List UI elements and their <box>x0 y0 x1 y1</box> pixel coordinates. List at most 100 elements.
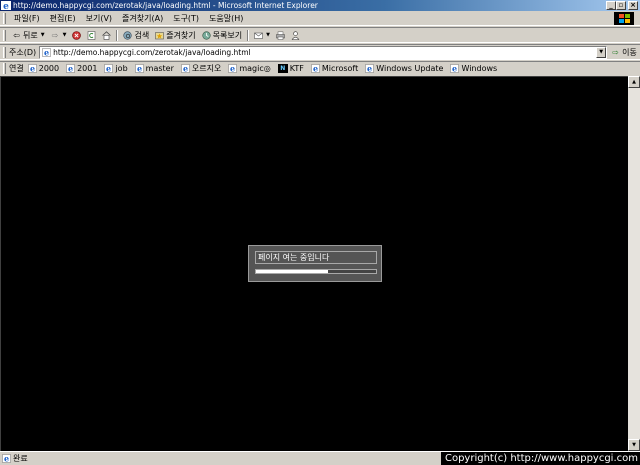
go-button[interactable]: ⇨ 이동 <box>611 47 637 58</box>
link-label: master <box>145 64 174 73</box>
forward-button[interactable]: ⇨ ▼ <box>48 31 70 40</box>
svg-text:e: e <box>3 2 9 10</box>
search-label: 검색 <box>134 30 150 40</box>
link-label: magic◎ <box>239 64 271 73</box>
stop-icon <box>72 30 82 40</box>
close-button[interactable]: × <box>628 1 638 10</box>
svg-text:e: e <box>68 64 73 73</box>
svg-text:e: e <box>230 64 235 73</box>
ie-page-icon: e <box>450 64 460 73</box>
scroll-down-arrow-icon[interactable]: ▼ <box>628 439 640 451</box>
link-2000[interactable]: e 2000 <box>27 64 60 73</box>
favorites-button[interactable]: 즐겨찾기 <box>152 30 198 41</box>
ie-page-icon: e <box>27 64 37 73</box>
menubar-grip[interactable] <box>3 12 6 24</box>
ie-page-icon: e <box>134 64 144 73</box>
window-controls: _ ▫ × <box>606 1 638 10</box>
menu-view[interactable]: 보기(V) <box>81 13 117 24</box>
link-2001[interactable]: e 2001 <box>66 64 97 73</box>
menu-help[interactable]: 도움말(H) <box>204 13 248 24</box>
refresh-button[interactable] <box>84 30 99 40</box>
ktf-icon: N <box>277 64 288 73</box>
forward-dropdown-icon[interactable]: ▼ <box>63 32 67 38</box>
back-arrow-icon: ⇦ <box>13 30 20 40</box>
link-magic[interactable]: e magic◎ <box>228 64 271 73</box>
back-label: 뒤로 <box>23 30 38 40</box>
messenger-button[interactable] <box>288 30 303 40</box>
messenger-person-icon <box>291 30 300 40</box>
restore-button[interactable]: ▫ <box>616 1 626 10</box>
minimize-button[interactable]: _ <box>606 1 616 10</box>
link-windows-update[interactable]: e Windows Update <box>365 64 443 73</box>
link-microsoft[interactable]: e Microsoft <box>311 64 358 73</box>
ie-page-icon: e <box>2 454 11 463</box>
ie-page-icon: e <box>104 64 114 73</box>
link-label: 2000 <box>38 64 60 73</box>
window-title: http://demo.happycgi.com/zerotak/java/lo… <box>13 1 318 10</box>
ie-icon: e <box>1 1 11 10</box>
address-dropdown-icon[interactable]: ▼ <box>596 46 607 58</box>
address-field[interactable]: e ▼ <box>39 45 608 59</box>
links-bar: 연결 e 2000 e 2001 e job e master e 오르지오 e… <box>0 61 640 75</box>
svg-text:e: e <box>367 64 372 73</box>
address-bar: 주소(D) e ▼ ⇨ 이동 <box>0 44 640 60</box>
menu-favorites[interactable]: 즐겨찾기(A) <box>117 13 168 24</box>
link-job[interactable]: e job <box>104 64 128 73</box>
mail-button[interactable]: ▼ <box>251 31 273 40</box>
stop-button[interactable] <box>69 30 84 40</box>
svg-text:e: e <box>313 64 318 73</box>
ie-page-icon: e <box>66 64 75 73</box>
standard-toolbar: ⇦ 뒤로 ▼ ⇨ ▼ 검색 즐겨찾기 목록보기 ▼ <box>0 27 640 43</box>
print-button[interactable] <box>273 31 288 40</box>
svg-text:e: e <box>4 454 9 463</box>
link-label: job <box>115 64 128 73</box>
svg-text:e: e <box>30 64 35 73</box>
menu-file[interactable]: 파일(F) <box>9 13 45 24</box>
link-ktf[interactable]: N KTF <box>277 64 304 73</box>
home-button[interactable] <box>99 30 114 40</box>
scroll-up-arrow-icon[interactable]: ▲ <box>628 76 640 88</box>
status-bar: e 완료 Copyright(c) http://www.happycgi.co… <box>0 451 640 465</box>
refresh-icon <box>88 30 96 40</box>
link-orgio[interactable]: e 오르지오 <box>181 63 221 74</box>
address-label: 주소(D) <box>9 47 37 57</box>
toolbar-separator <box>116 29 119 41</box>
link-label: KTF <box>289 64 304 73</box>
link-label: 오르지오 <box>191 64 222 73</box>
link-master[interactable]: e master <box>134 64 174 73</box>
back-button[interactable]: ⇦ 뒤로 ▼ <box>9 30 48 41</box>
address-input[interactable] <box>53 46 594 58</box>
loading-message: 페이지 여는 중입니다 <box>255 251 377 264</box>
menu-edit[interactable]: 편집(E) <box>45 13 81 24</box>
svg-text:e: e <box>106 64 111 73</box>
addressbar-grip[interactable] <box>3 46 6 58</box>
favorites-label: 즐겨찾기 <box>166 30 196 40</box>
ie-page-icon: e <box>365 64 374 73</box>
svg-text:e: e <box>137 64 142 73</box>
linksbar-grip[interactable] <box>3 63 6 74</box>
back-dropdown-icon[interactable]: ▼ <box>41 32 45 38</box>
mail-dropdown-icon[interactable]: ▼ <box>266 32 270 38</box>
favorites-icon <box>155 31 164 39</box>
ie-page-icon: e <box>181 64 190 73</box>
history-button[interactable]: 목록보기 <box>199 30 245 41</box>
history-label: 목록보기 <box>212 30 243 40</box>
links-label: 연결 <box>9 64 24 73</box>
menu-tools[interactable]: 도구(T) <box>168 13 204 24</box>
title-bar: e http://demo.happycgi.com/zerotak/java/… <box>0 0 640 11</box>
home-icon <box>102 30 112 40</box>
ie-page-icon: e <box>311 64 320 73</box>
toolbar-grip[interactable] <box>3 29 6 41</box>
status-text: 완료 <box>13 454 28 463</box>
go-arrow-icon: ⇨ <box>612 47 619 57</box>
vertical-scrollbar[interactable]: ▲ ▼ <box>628 76 640 451</box>
windows-logo-icon <box>614 12 634 25</box>
svg-text:e: e <box>183 64 188 73</box>
link-windows[interactable]: e Windows <box>450 64 497 73</box>
search-globe-icon <box>123 30 133 40</box>
svg-text:e: e <box>44 48 49 57</box>
loading-dialog: 페이지 여는 중입니다 <box>248 245 382 282</box>
go-label: 이동 <box>622 47 637 57</box>
search-button[interactable]: 검색 <box>120 30 152 41</box>
toolbar-separator <box>247 29 250 41</box>
